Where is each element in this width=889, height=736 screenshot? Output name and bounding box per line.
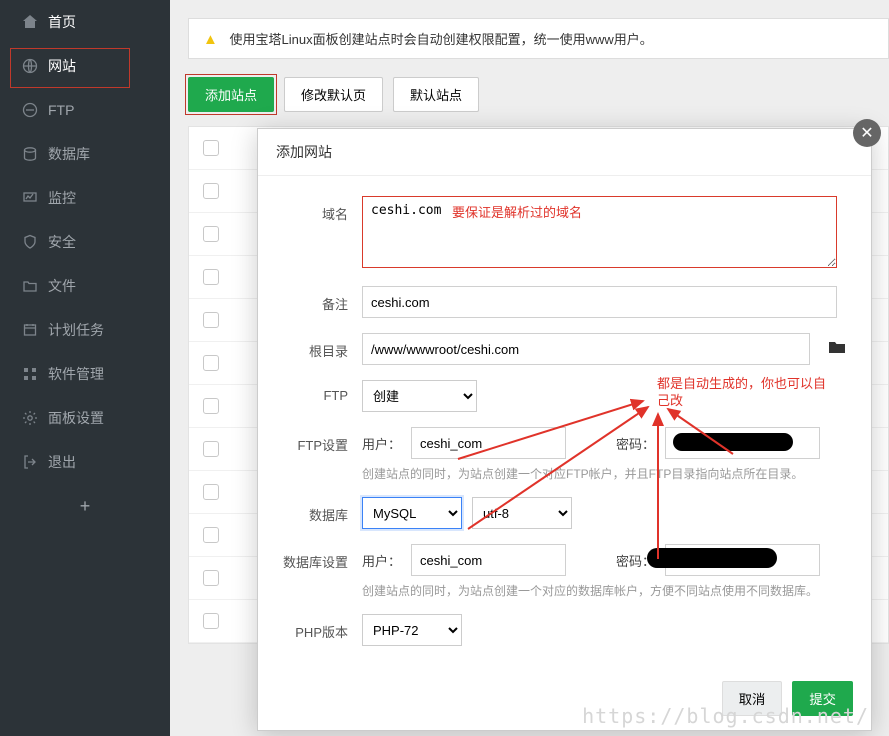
apps-icon [22, 366, 48, 382]
ftp-user-label: 用户： [362, 434, 401, 453]
charset-select[interactable]: utf-8 [472, 497, 572, 529]
default-site-button[interactable]: 默认站点 [393, 77, 479, 112]
ftp-icon [22, 102, 48, 118]
domain-label: 域名 [282, 196, 362, 223]
ftp-hint: 创建站点的同时，为站点创建一个对应FTP帐户，并且FTP目录指向站点所在目录。 [362, 465, 847, 482]
sidebar-item-security[interactable]: 安全 [0, 220, 170, 264]
sidebar-item-website[interactable]: 网站 [0, 44, 170, 88]
db-settings-label: 数据库设置 [282, 544, 362, 571]
row-checkbox[interactable] [203, 570, 219, 586]
root-label: 根目录 [282, 333, 362, 360]
database-icon [22, 146, 48, 162]
row-checkbox[interactable] [203, 527, 219, 543]
row-checkbox[interactable] [203, 484, 219, 500]
ftp-password-label: 密码： [616, 434, 655, 453]
sidebar-item-schedule[interactable]: 计划任务 [0, 308, 170, 352]
sidebar-item-settings[interactable]: 面板设置 [0, 396, 170, 440]
cancel-button[interactable]: 取消 [722, 681, 783, 716]
modal-overlay: ✕ 添加网站 域名 要保证是解析过的域名 备注 根目录 [170, 118, 889, 736]
add-site-button[interactable]: 添加站点 [188, 77, 274, 112]
alert-banner: ▲ 使用宝塔Linux面板创建站点时会自动创建权限配置，统一使用www用户。 [188, 18, 889, 59]
sidebar-item-label: 软件管理 [48, 364, 104, 384]
modal-close-button[interactable]: ✕ [853, 119, 881, 147]
ftp-select[interactable]: 创建 [362, 380, 477, 412]
redaction-mark [647, 548, 777, 568]
shield-icon [22, 234, 48, 250]
sidebar-item-database[interactable]: 数据库 [0, 132, 170, 176]
sidebar-item-label: 首页 [48, 12, 76, 32]
php-label: PHP版本 [282, 614, 362, 641]
row-checkbox[interactable] [203, 613, 219, 629]
ftp-label: FTP [282, 380, 362, 403]
alert-text: 使用宝塔Linux面板创建站点时会自动创建权限配置，统一使用www用户。 [229, 32, 652, 47]
globe-icon [22, 58, 48, 74]
sidebar-item-files[interactable]: 文件 [0, 264, 170, 308]
add-website-modal: ✕ 添加网站 域名 要保证是解析过的域名 备注 根目录 [257, 128, 872, 731]
db-user-input[interactable] [411, 544, 566, 576]
redaction-mark [673, 433, 793, 451]
row-checkbox[interactable] [203, 312, 219, 328]
row-checkbox[interactable] [203, 226, 219, 242]
modify-default-button[interactable]: 修改默认页 [284, 77, 383, 112]
monitor-icon [22, 190, 48, 206]
submit-button[interactable]: 提交 [792, 681, 853, 716]
database-select[interactable]: MySQL [362, 497, 462, 529]
warning-icon: ▲ [203, 31, 218, 48]
root-input[interactable] [362, 333, 810, 365]
db-user-label: 用户： [362, 551, 401, 570]
remark-input[interactable] [362, 286, 837, 318]
add-site-highlight: 添加站点 [185, 74, 277, 115]
calendar-icon [22, 322, 48, 338]
sidebar-item-label: 网站 [48, 56, 76, 76]
ftp-settings-label: FTP设置 [282, 427, 362, 454]
ftp-user-input[interactable] [411, 427, 566, 459]
sidebar-item-label: 退出 [48, 452, 76, 472]
sidebar-item-label: 文件 [48, 276, 76, 296]
modal-footer: 取消 提交 [258, 671, 871, 730]
row-checkbox[interactable] [203, 140, 219, 156]
db-hint: 创建站点的同时，为站点创建一个对应的数据库帐户，方便不同站点使用不同数据库。 [362, 582, 847, 599]
row-checkbox[interactable] [203, 355, 219, 371]
php-select[interactable]: PHP-72 [362, 614, 462, 646]
sidebar-item-label: 数据库 [48, 144, 90, 164]
sidebar-item-monitor[interactable]: 监控 [0, 176, 170, 220]
sidebar-item-label: 监控 [48, 188, 76, 208]
row-checkbox[interactable] [203, 183, 219, 199]
row-checkbox[interactable] [203, 398, 219, 414]
sidebar-item-home[interactable]: 首页 [0, 0, 170, 44]
button-row: 添加站点 修改默认页 默认站点 [188, 77, 889, 112]
row-checkbox[interactable] [203, 441, 219, 457]
modal-title: 添加网站 [258, 129, 871, 176]
database-label: 数据库 [282, 497, 362, 524]
sidebar-item-label: FTP [48, 102, 74, 118]
domain-input[interactable] [362, 196, 837, 268]
browse-folder-icon[interactable] [828, 339, 846, 360]
sidebar-item-ftp[interactable]: FTP [0, 88, 170, 132]
sidebar-add-button[interactable]: + [0, 484, 170, 529]
sidebar-item-label: 计划任务 [48, 320, 104, 340]
sidebar-item-label: 安全 [48, 232, 76, 252]
remark-label: 备注 [282, 286, 362, 313]
folder-icon [22, 278, 48, 294]
home-icon [22, 14, 48, 30]
row-checkbox[interactable] [203, 269, 219, 285]
auto-annotation: 都是自动生成的，你也可以自己改 [657, 376, 827, 410]
sidebar: 首页 网站 FTP 数据库 监控 安全 文件 [0, 0, 170, 736]
gear-icon [22, 410, 48, 426]
sidebar-item-exit[interactable]: 退出 [0, 440, 170, 484]
exit-icon [22, 454, 48, 470]
modal-body: 域名 要保证是解析过的域名 备注 根目录 [258, 176, 871, 671]
sidebar-item-software[interactable]: 软件管理 [0, 352, 170, 396]
sidebar-item-label: 面板设置 [48, 408, 104, 428]
